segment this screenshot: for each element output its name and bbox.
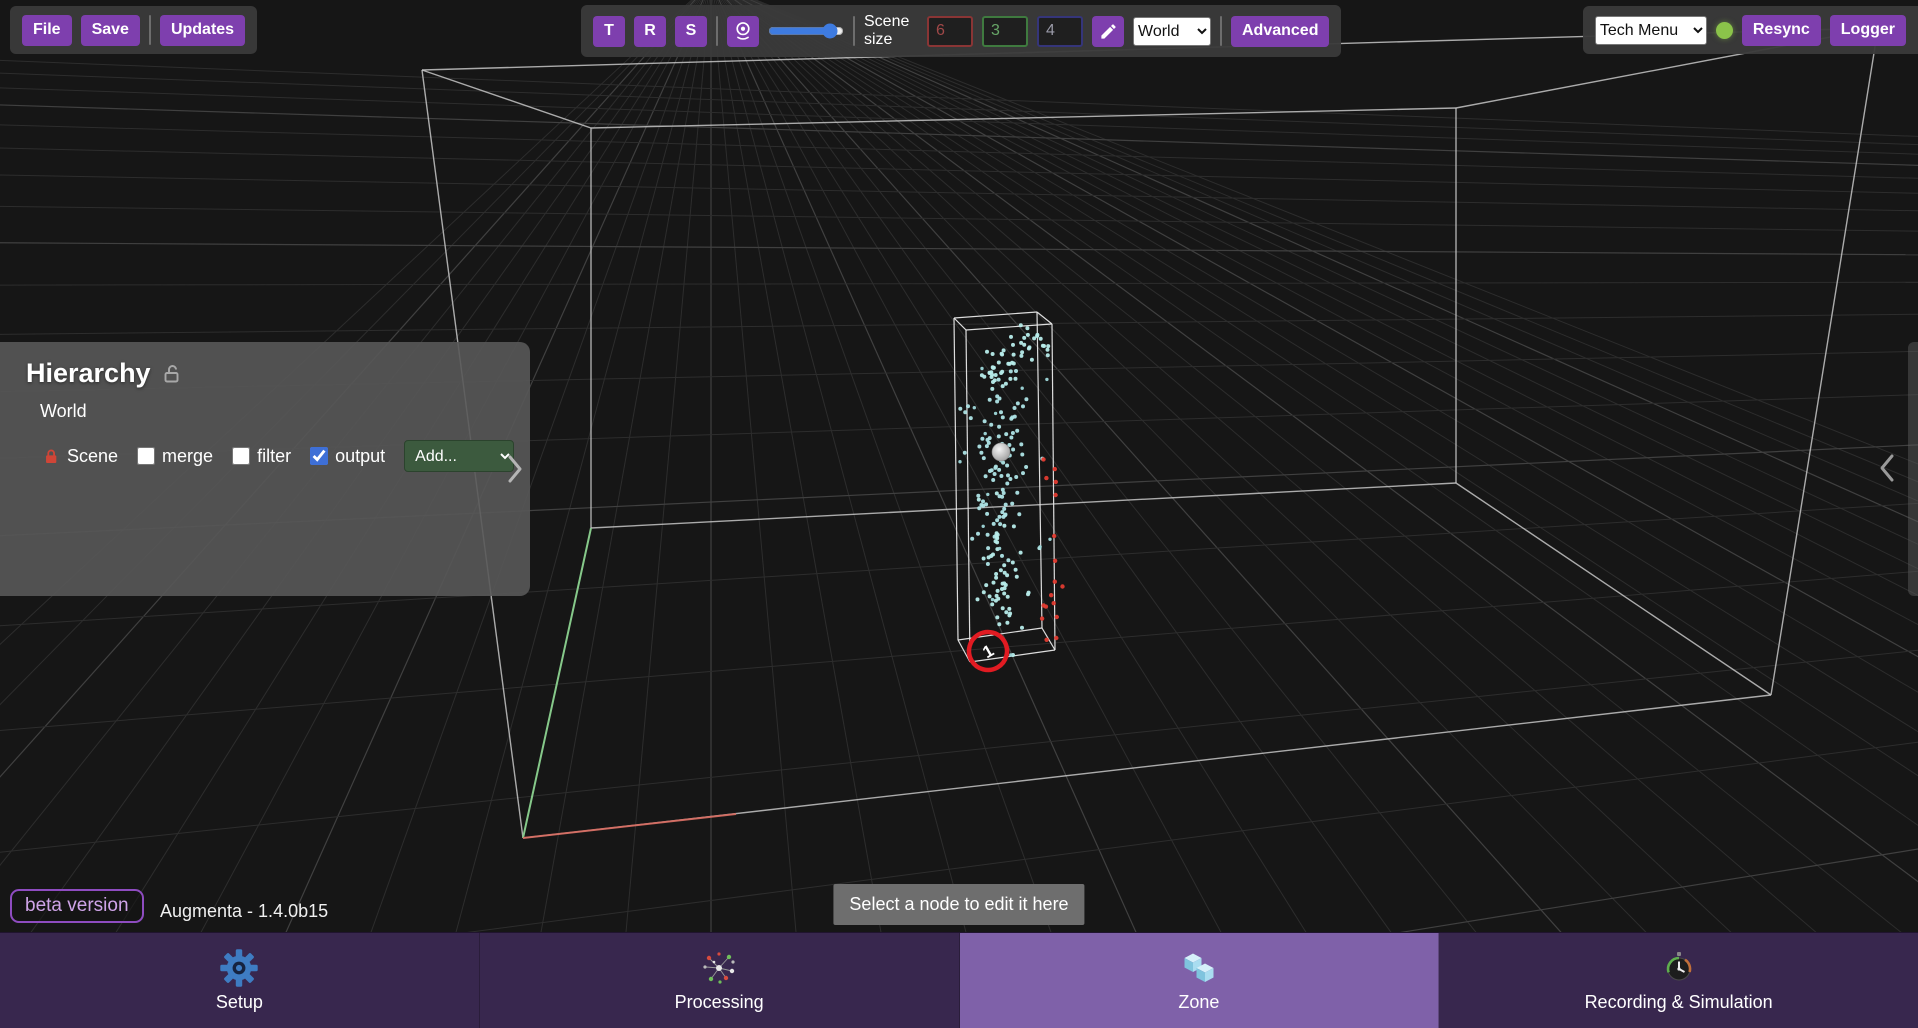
tech-toolbar: Tech Menu Resync Logger xyxy=(1583,6,1918,54)
merge-checkbox-label: merge xyxy=(162,446,213,467)
cubes-icon xyxy=(1178,949,1220,987)
chevron-right-icon[interactable] xyxy=(506,453,524,485)
toolbar-divider xyxy=(1220,16,1222,46)
right-panel-collapsed[interactable] xyxy=(1908,342,1918,596)
pencil-icon xyxy=(1099,22,1118,41)
tab-processing[interactable]: Processing xyxy=(480,933,960,1028)
lock-closed-icon[interactable] xyxy=(42,447,60,465)
add-node-select[interactable]: Add... xyxy=(404,440,514,472)
node-edit-hint: Select a node to edit it here xyxy=(833,884,1084,925)
toolbar-slider[interactable] xyxy=(768,22,844,40)
hierarchy-node-scene-row: Scene merge filter output Add... xyxy=(42,440,530,472)
filter-checkbox-label: filter xyxy=(257,446,291,467)
camera-view-button[interactable] xyxy=(727,16,759,47)
app-version: Augmenta - 1.4.0b15 xyxy=(160,901,328,922)
lock-open-icon[interactable] xyxy=(161,363,183,385)
toolbar-divider xyxy=(149,15,151,45)
connection-status-indicator xyxy=(1716,22,1733,39)
hierarchy-node-world[interactable]: World xyxy=(40,401,87,422)
merge-checkbox[interactable] xyxy=(137,447,155,465)
rotate-tool-button[interactable]: R xyxy=(634,16,666,47)
output-checkbox[interactable] xyxy=(310,447,328,465)
resync-button[interactable]: Resync xyxy=(1742,15,1821,46)
clock-icon xyxy=(1659,949,1699,987)
advanced-button[interactable]: Advanced xyxy=(1231,16,1329,47)
scene-size-z-input[interactable] xyxy=(1037,16,1083,47)
network-icon xyxy=(698,949,740,987)
hierarchy-panel: Hierarchy World Scene merge filter outpu… xyxy=(0,342,530,596)
beta-version-badge: beta version xyxy=(10,889,144,923)
tab-zone[interactable]: Zone xyxy=(960,933,1440,1028)
tab-setup-label: Setup xyxy=(216,992,263,1013)
save-button[interactable]: Save xyxy=(81,15,140,46)
gear-icon xyxy=(219,949,259,987)
translate-tool-button[interactable]: T xyxy=(593,16,625,47)
webcam-icon xyxy=(732,20,754,42)
file-button[interactable]: File xyxy=(22,15,72,46)
updates-button[interactable]: Updates xyxy=(160,15,245,46)
tracked-object-bounds xyxy=(954,312,1055,662)
scene-size-label: Scene size xyxy=(864,13,918,49)
world-select[interactable]: World xyxy=(1133,17,1211,46)
hierarchy-header: Hierarchy xyxy=(26,358,530,389)
tab-setup[interactable]: Setup xyxy=(0,933,480,1028)
scene-size-x-input[interactable] xyxy=(927,16,973,47)
toolbar-divider xyxy=(716,16,718,46)
scale-tool-button[interactable]: S xyxy=(675,16,707,47)
tab-recording[interactable]: Recording & Simulation xyxy=(1439,933,1918,1028)
file-toolbar: File Save Updates xyxy=(10,6,257,54)
scene-size-y-input[interactable] xyxy=(982,16,1028,47)
chevron-left-icon[interactable] xyxy=(1878,452,1896,484)
tab-processing-label: Processing xyxy=(675,992,764,1013)
output-checkbox-label: output xyxy=(335,446,385,467)
bottom-nav: Setup Processing xyxy=(0,932,1918,1028)
scene-toolbar: T R S Scene size World Advanced xyxy=(581,5,1341,57)
hierarchy-node-scene[interactable]: Scene xyxy=(67,446,118,467)
tab-zone-label: Zone xyxy=(1178,992,1219,1013)
edit-scene-button[interactable] xyxy=(1092,16,1124,47)
hierarchy-title: Hierarchy xyxy=(26,358,151,389)
centroid-sphere xyxy=(992,443,1010,461)
logger-button[interactable]: Logger xyxy=(1830,15,1906,46)
filter-checkbox[interactable] xyxy=(232,447,250,465)
tech-menu-select[interactable]: Tech Menu xyxy=(1595,16,1707,45)
toolbar-divider xyxy=(853,16,855,46)
tab-recording-label: Recording & Simulation xyxy=(1585,992,1773,1013)
scene-bounds-wireframe xyxy=(422,28,1878,838)
